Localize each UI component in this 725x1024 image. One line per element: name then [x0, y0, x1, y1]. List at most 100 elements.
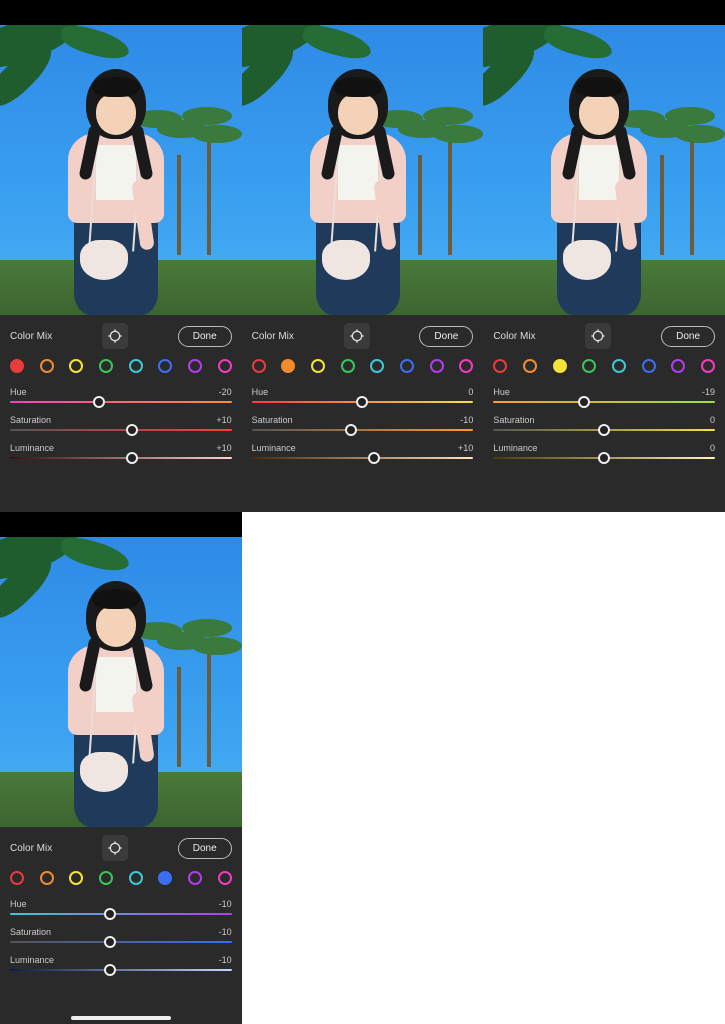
slider-value: 0: [710, 415, 715, 425]
color-swatch[interactable]: [459, 359, 473, 373]
controls-area: Color Mix Done Hue -20 Saturation +10: [0, 315, 242, 512]
slider-value: -10: [460, 415, 473, 425]
color-swatch[interactable]: [10, 871, 24, 885]
slider-label: Luminance: [493, 443, 537, 453]
color-swatch[interactable]: [40, 359, 54, 373]
editor-panel: Color Mix Done Hue -10 Saturation -10: [0, 512, 242, 1024]
editor-panel: Color Mix Done Hue -19 Saturation 0: [483, 0, 725, 512]
color-swatch[interactable]: [642, 359, 656, 373]
slider-track[interactable]: [10, 429, 232, 431]
slider-track[interactable]: [493, 401, 715, 403]
done-button[interactable]: Done: [178, 838, 232, 859]
slider-thumb[interactable]: [578, 396, 590, 408]
slider-row: Saturation 0: [493, 415, 715, 431]
slider-track[interactable]: [10, 969, 232, 971]
color-swatch[interactable]: [129, 871, 143, 885]
slider-thumb[interactable]: [104, 964, 116, 976]
slider-track[interactable]: [252, 401, 474, 403]
color-swatch[interactable]: [218, 359, 232, 373]
slider-thumb[interactable]: [126, 452, 138, 464]
color-swatch[interactable]: [671, 359, 685, 373]
target-adjust-button[interactable]: [102, 323, 128, 349]
color-swatch[interactable]: [99, 359, 113, 373]
home-indicator: [71, 1016, 171, 1020]
color-swatch[interactable]: [129, 359, 143, 373]
slider-label: Luminance: [10, 443, 54, 453]
slider-value: -10: [219, 955, 232, 965]
slider-thumb[interactable]: [126, 424, 138, 436]
slider-value: +10: [458, 443, 473, 453]
slider-track[interactable]: [493, 457, 715, 459]
color-swatch-row: [10, 355, 232, 375]
color-swatch[interactable]: [493, 359, 507, 373]
color-swatch[interactable]: [553, 359, 567, 373]
photo-preview: [483, 25, 725, 315]
color-swatch[interactable]: [701, 359, 715, 373]
slider-track[interactable]: [252, 457, 474, 459]
slider-thumb[interactable]: [356, 396, 368, 408]
color-swatch[interactable]: [10, 359, 24, 373]
color-swatch[interactable]: [188, 359, 202, 373]
photo-preview: [0, 25, 242, 315]
slider-label: Luminance: [252, 443, 296, 453]
color-swatch[interactable]: [252, 359, 266, 373]
slider-track[interactable]: [10, 913, 232, 915]
color-swatch[interactable]: [341, 359, 355, 373]
slider-thumb[interactable]: [104, 936, 116, 948]
slider-value: -20: [219, 387, 232, 397]
done-button[interactable]: Done: [178, 326, 232, 347]
slider-row: Luminance +10: [10, 443, 232, 459]
slider-value: -10: [219, 899, 232, 909]
slider-row: Hue -20: [10, 387, 232, 403]
done-button[interactable]: Done: [661, 326, 715, 347]
color-swatch[interactable]: [69, 359, 83, 373]
slider-track[interactable]: [10, 401, 232, 403]
slider-thumb[interactable]: [598, 452, 610, 464]
target-adjust-button[interactable]: [585, 323, 611, 349]
color-swatch[interactable]: [281, 359, 295, 373]
slider-value: +10: [216, 443, 231, 453]
slider-thumb[interactable]: [368, 452, 380, 464]
panel-title: Color Mix: [252, 331, 294, 342]
slider-row: Hue 0: [252, 387, 474, 403]
slider-track[interactable]: [10, 941, 232, 943]
slider-label: Saturation: [252, 415, 293, 425]
color-swatch[interactable]: [158, 359, 172, 373]
color-swatch[interactable]: [99, 871, 113, 885]
slider-track[interactable]: [252, 429, 474, 431]
color-swatch[interactable]: [158, 871, 172, 885]
color-swatch[interactable]: [370, 359, 384, 373]
color-swatch[interactable]: [218, 871, 232, 885]
target-adjust-button[interactable]: [344, 323, 370, 349]
slider-value: -10: [219, 927, 232, 937]
slider-thumb[interactable]: [345, 424, 357, 436]
color-swatch[interactable]: [40, 871, 54, 885]
editor-panel: Color Mix Done Hue 0 Saturation -10: [242, 0, 484, 512]
target-adjust-button[interactable]: [102, 835, 128, 861]
done-button[interactable]: Done: [419, 326, 473, 347]
slider-value: -19: [702, 387, 715, 397]
slider-thumb[interactable]: [93, 396, 105, 408]
slider-track[interactable]: [493, 429, 715, 431]
color-swatch[interactable]: [612, 359, 626, 373]
slider-label: Hue: [493, 387, 510, 397]
status-bar: [483, 0, 725, 25]
slider-row: Luminance +10: [252, 443, 474, 459]
color-swatch[interactable]: [523, 359, 537, 373]
color-swatch[interactable]: [69, 871, 83, 885]
color-swatch-row: [252, 355, 474, 375]
color-swatch[interactable]: [311, 359, 325, 373]
slider-thumb[interactable]: [104, 908, 116, 920]
panel-title: Color Mix: [10, 843, 52, 854]
slider-row: Saturation -10: [252, 415, 474, 431]
slider-track[interactable]: [10, 457, 232, 459]
panel-title: Color Mix: [493, 331, 535, 342]
slider-row: Hue -10: [10, 899, 232, 915]
color-swatch[interactable]: [400, 359, 414, 373]
slider-thumb[interactable]: [598, 424, 610, 436]
slider-label: Saturation: [493, 415, 534, 425]
color-swatch[interactable]: [430, 359, 444, 373]
color-swatch[interactable]: [582, 359, 596, 373]
editor-panel: Color Mix Done Hue -20 Saturation +10: [0, 0, 242, 512]
color-swatch[interactable]: [188, 871, 202, 885]
